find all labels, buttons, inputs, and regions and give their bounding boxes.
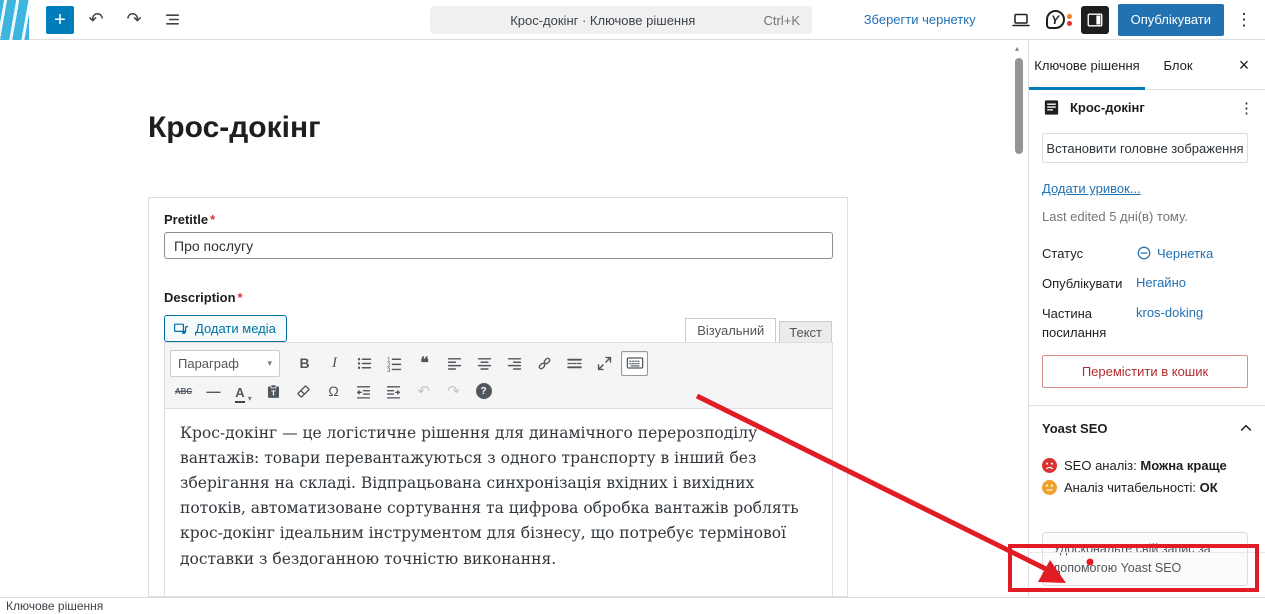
tab-visual[interactable]: Візуальний [685,318,777,342]
command-palette-shortcut: Ctrl+K [763,12,800,28]
pretitle-label: Pretitle * [164,212,216,227]
bulleted-list-button[interactable] [351,351,378,376]
document-icon [1044,100,1059,115]
list-view-icon[interactable] [156,4,188,36]
sad-face-icon [1042,458,1057,473]
slug-label: Частина посилання [1042,306,1107,340]
bold-button[interactable]: B [291,351,318,376]
description-label: Description * [164,290,243,305]
status-value-link[interactable]: Чернетка [1136,245,1213,261]
align-center-button[interactable] [471,351,498,376]
service-fields-panel: Pretitle* Description* Додати медіа Візу… [148,197,848,597]
italic-button[interactable]: I [321,351,348,376]
fullscreen-button[interactable] [591,351,618,376]
slug-value-link[interactable]: kros-doking [1136,305,1203,320]
numbered-list-button[interactable]: 123 [381,351,408,376]
text-color-button[interactable]: A ▾ [230,379,257,404]
link-button[interactable] [531,351,558,376]
publish-date-row: Опублікувати Негайно [1042,275,1252,294]
add-media-button[interactable]: Додати медіа [164,315,287,342]
read-more-tag-button[interactable] [561,351,588,376]
horizontal-rule-button[interactable]: — [200,379,227,404]
sidebar-header: Ключове рішення Блок × [1029,40,1265,90]
slug-row: Частина посилання kros-doking [1042,305,1252,343]
sidebar-post-title: Крос-докінг [1070,100,1145,115]
chevron-down-icon: ▾ [247,393,252,403]
post-actions-kebab-icon[interactable]: ⋮ [1239,99,1254,117]
publish-label: Опублікувати [1042,276,1123,291]
redo-icon[interactable]: ↷ [118,4,150,36]
chevron-down-icon: ▾ [267,357,272,368]
indent-button[interactable] [380,379,407,404]
help-question-mark: ? [475,383,492,399]
paragraph-format-select[interactable]: Параграф ▾ [170,349,280,377]
tab-block-settings[interactable]: Блок [1149,40,1207,90]
neutral-face-icon [1042,480,1057,495]
close-icon[interactable]: × [1231,52,1257,78]
draft-status-icon [1137,246,1151,260]
set-featured-image-button[interactable]: Встановити головне зображення [1042,133,1248,163]
yoast-letter: Y [1045,10,1065,29]
svg-text:T: T [271,388,276,397]
editor-redo-icon[interactable]: ↷ [440,379,467,404]
editor-undo-icon[interactable]: ↶ [410,379,437,404]
yoast-panel-header[interactable]: Yoast SEO [1042,412,1254,444]
toolbar-row-1: Параграф ▾ B I 123 ❝ [170,348,827,378]
last-edited-text: Last edited 5 дні(в) тому. [1042,209,1188,224]
post-title[interactable]: Крос-докінг [148,111,321,145]
align-right-button[interactable] [501,351,528,376]
align-left-button[interactable] [441,351,468,376]
move-to-trash-button[interactable]: Перемістити в кошик [1042,355,1248,388]
yoast-readability-item: Аналіз читабельності: ОК [1042,480,1218,495]
special-character-button[interactable]: Ω [320,379,347,404]
annotation-highlight-rectangle [1008,544,1259,592]
svg-text:3: 3 [387,368,391,372]
tab-text[interactable]: Текст [779,321,832,342]
toolbar-toggle-button[interactable] [621,350,648,376]
add-block-button[interactable]: + [46,5,74,34]
command-palette[interactable]: Крос-докінг · Ключове рішення Ctrl+K [430,6,812,34]
topbar-right-group: Зберегти чернетку Y Опублікувати ⋮ [864,3,1265,36]
help-button[interactable]: ? [470,379,497,404]
strikethrough-button[interactable]: ABC [170,379,197,404]
editor-mode-tabs: Візуальний Текст [685,318,832,342]
add-excerpt-link[interactable]: Додати уривок... [1042,181,1141,196]
tinymce-editor: Параграф ▾ B I 123 ❝ ABC — A ▾ T Ω ↶ ↷ ?… [164,342,833,597]
tab-document-settings[interactable]: Ключове рішення [1029,40,1145,90]
top-toolbar: + ↶ ↷ Крос-докінг · Ключове рішення Ctrl… [0,0,1265,40]
scrollbar-up-arrow[interactable]: ▴ [1015,44,1019,53]
sidebar-divider [1029,405,1265,406]
yoast-seo-analysis-item: SEO аналіз: Можна краще [1042,458,1227,473]
status-row: Статус Чернетка [1042,245,1252,264]
preview-icon[interactable] [1005,4,1037,36]
outdent-button[interactable] [350,379,377,404]
command-palette-title: Крос-докінг · Ключове рішення [510,12,696,28]
undo-icon[interactable]: ↶ [80,4,112,36]
blockquote-button[interactable]: ❝ [411,351,438,376]
toolbar-row-2: ABC — A ▾ T Ω ↶ ↷ ? [170,378,827,404]
site-logo[interactable] [0,0,29,40]
post-type-breadcrumb: Ключове рішення [6,599,104,613]
scrollbar-thumb[interactable] [1015,58,1023,154]
pretitle-input[interactable] [164,232,833,259]
publish-date-value-link[interactable]: Негайно [1136,275,1186,290]
gutenberg-editor-screen: + ↶ ↷ Крос-докінг · Ключове рішення Ctrl… [0,0,1265,614]
tinymce-toolbar: Параграф ▾ B I 123 ❝ ABC — A ▾ T Ω ↶ ↷ ? [165,343,832,409]
settings-sidebar-toggle[interactable] [1080,5,1109,34]
chevron-up-icon [1240,424,1252,431]
paste-as-text-button[interactable]: T [260,379,287,404]
clear-formatting-button[interactable] [290,379,317,404]
bottom-status-bar: Ключове рішення [0,597,1265,614]
yoast-panel-title: Yoast SEO [1042,420,1108,436]
save-draft-button[interactable]: Зберегти чернетку [864,12,976,27]
options-kebab-icon[interactable]: ⋮ [1233,10,1255,30]
yoast-status-dots [1066,13,1072,26]
settings-sidebar: Ключове рішення Блок × Крос-докінг ⋮ Вст… [1028,40,1265,597]
status-label: Статус [1042,246,1084,261]
publish-button[interactable]: Опублікувати [1117,3,1224,36]
description-richtext-area[interactable]: Крос-докінг — це логістичне рішення для … [165,409,832,572]
yoast-seo-icon[interactable]: Y [1045,10,1072,29]
post-summary-row: Крос-докінг ⋮ [1042,98,1254,117]
media-icon [174,323,189,334]
